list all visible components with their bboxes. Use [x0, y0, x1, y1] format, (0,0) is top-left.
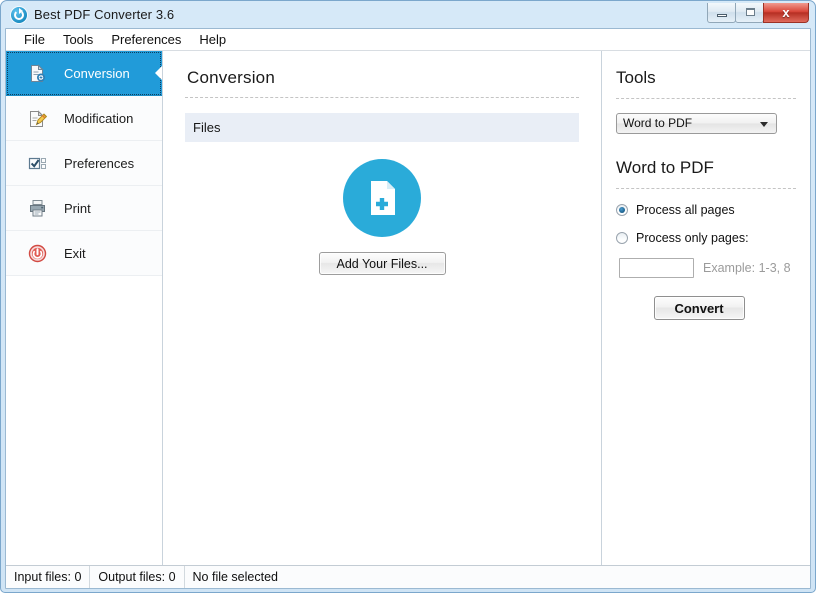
- status-bar: Input files: 0 Output files: 0 No file s…: [6, 565, 810, 588]
- files-section-label: Files: [193, 120, 221, 135]
- file-dropzone[interactable]: Add Your Files...: [185, 159, 579, 275]
- menu-item-file[interactable]: File: [15, 31, 54, 49]
- maximize-button[interactable]: [735, 2, 764, 23]
- status-selection: No file selected: [192, 570, 278, 584]
- sidebar-item-label: Preferences: [64, 155, 135, 171]
- sidebar-item-conversion[interactable]: Conversion: [6, 51, 162, 96]
- document-convert-icon: [28, 63, 47, 83]
- window-title: Best PDF Converter 3.6: [34, 7, 175, 22]
- status-input-files: Input files: 0: [6, 566, 91, 588]
- menu-item-preferences[interactable]: Preferences: [102, 31, 190, 49]
- menu-item-tools[interactable]: Tools: [54, 31, 102, 49]
- status-output-files: Output files: 0: [90, 566, 185, 588]
- radio-process-only-pages[interactable]: Process only pages:: [616, 231, 796, 245]
- sidebar-item-label: Exit: [64, 245, 86, 261]
- window-controls: x: [707, 2, 809, 23]
- tools-divider: [616, 98, 796, 99]
- radio-label-only: Process only pages:: [636, 231, 749, 245]
- close-button[interactable]: x: [763, 2, 809, 23]
- chevron-down-icon: [760, 122, 768, 127]
- body-row: Conversion Modification Preferences Prin…: [6, 51, 810, 565]
- radio-indicator-only[interactable]: [616, 232, 628, 244]
- sidebar-empty-space: [6, 276, 162, 565]
- add-files-button[interactable]: Add Your Files...: [318, 252, 446, 275]
- sidebar-item-modification[interactable]: Modification: [6, 96, 162, 141]
- sidebar: Conversion Modification Preferences Prin…: [6, 51, 163, 565]
- tool-subtitle-divider: [616, 188, 796, 189]
- tool-select-value: Word to PDF: [623, 116, 693, 130]
- menu-item-help[interactable]: Help: [190, 31, 235, 49]
- document-add-circle-icon[interactable]: [343, 159, 421, 237]
- radio-indicator-all[interactable]: [616, 204, 628, 216]
- sidebar-item-label: Print: [64, 200, 91, 216]
- tool-subtitle: Word to PDF: [616, 158, 714, 177]
- menu-bar: File Tools Preferences Help: [6, 29, 810, 51]
- pages-range-hint: Example: 1-3, 8: [703, 261, 791, 275]
- title-divider: [185, 97, 579, 98]
- minimize-button[interactable]: [707, 2, 736, 23]
- checkbox-list-icon: [28, 154, 47, 173]
- document-pencil-icon: [28, 109, 48, 128]
- sidebar-item-label: Modification: [64, 110, 134, 126]
- title-bar: Best PDF Converter 3.6 x: [5, 1, 811, 28]
- files-section-header: Files: [185, 113, 579, 142]
- radio-label-all: Process all pages: [636, 203, 735, 217]
- printer-icon: [28, 199, 47, 218]
- refresh-circle-icon: [11, 6, 27, 23]
- tools-title: Tools: [616, 68, 656, 87]
- tool-select-dropdown[interactable]: Word to PDF: [616, 113, 777, 134]
- sidebar-item-label: Conversion: [64, 65, 130, 81]
- sidebar-item-print[interactable]: Print: [6, 186, 162, 231]
- convert-button[interactable]: Convert: [653, 296, 745, 320]
- radio-process-all-pages[interactable]: Process all pages: [616, 203, 796, 217]
- tools-pane: Tools Word to PDF Word to PDF Process al…: [602, 51, 810, 565]
- conversion-pane: Conversion Files Add Your Files...: [163, 51, 602, 565]
- power-icon: [28, 244, 47, 263]
- convert-button-wrap: Convert: [616, 296, 796, 320]
- sidebar-item-exit[interactable]: Exit: [6, 231, 162, 276]
- page-title: Conversion: [187, 68, 275, 87]
- client-area: File Tools Preferences Help Conversion M…: [5, 28, 811, 589]
- sidebar-item-preferences[interactable]: Preferences: [6, 141, 162, 186]
- pages-range-row: Example: 1-3, 8: [616, 258, 796, 278]
- pages-range-input[interactable]: [619, 258, 694, 278]
- application-window: Best PDF Converter 3.6 x File Tools Pref…: [0, 0, 816, 593]
- close-icon: x: [782, 4, 790, 20]
